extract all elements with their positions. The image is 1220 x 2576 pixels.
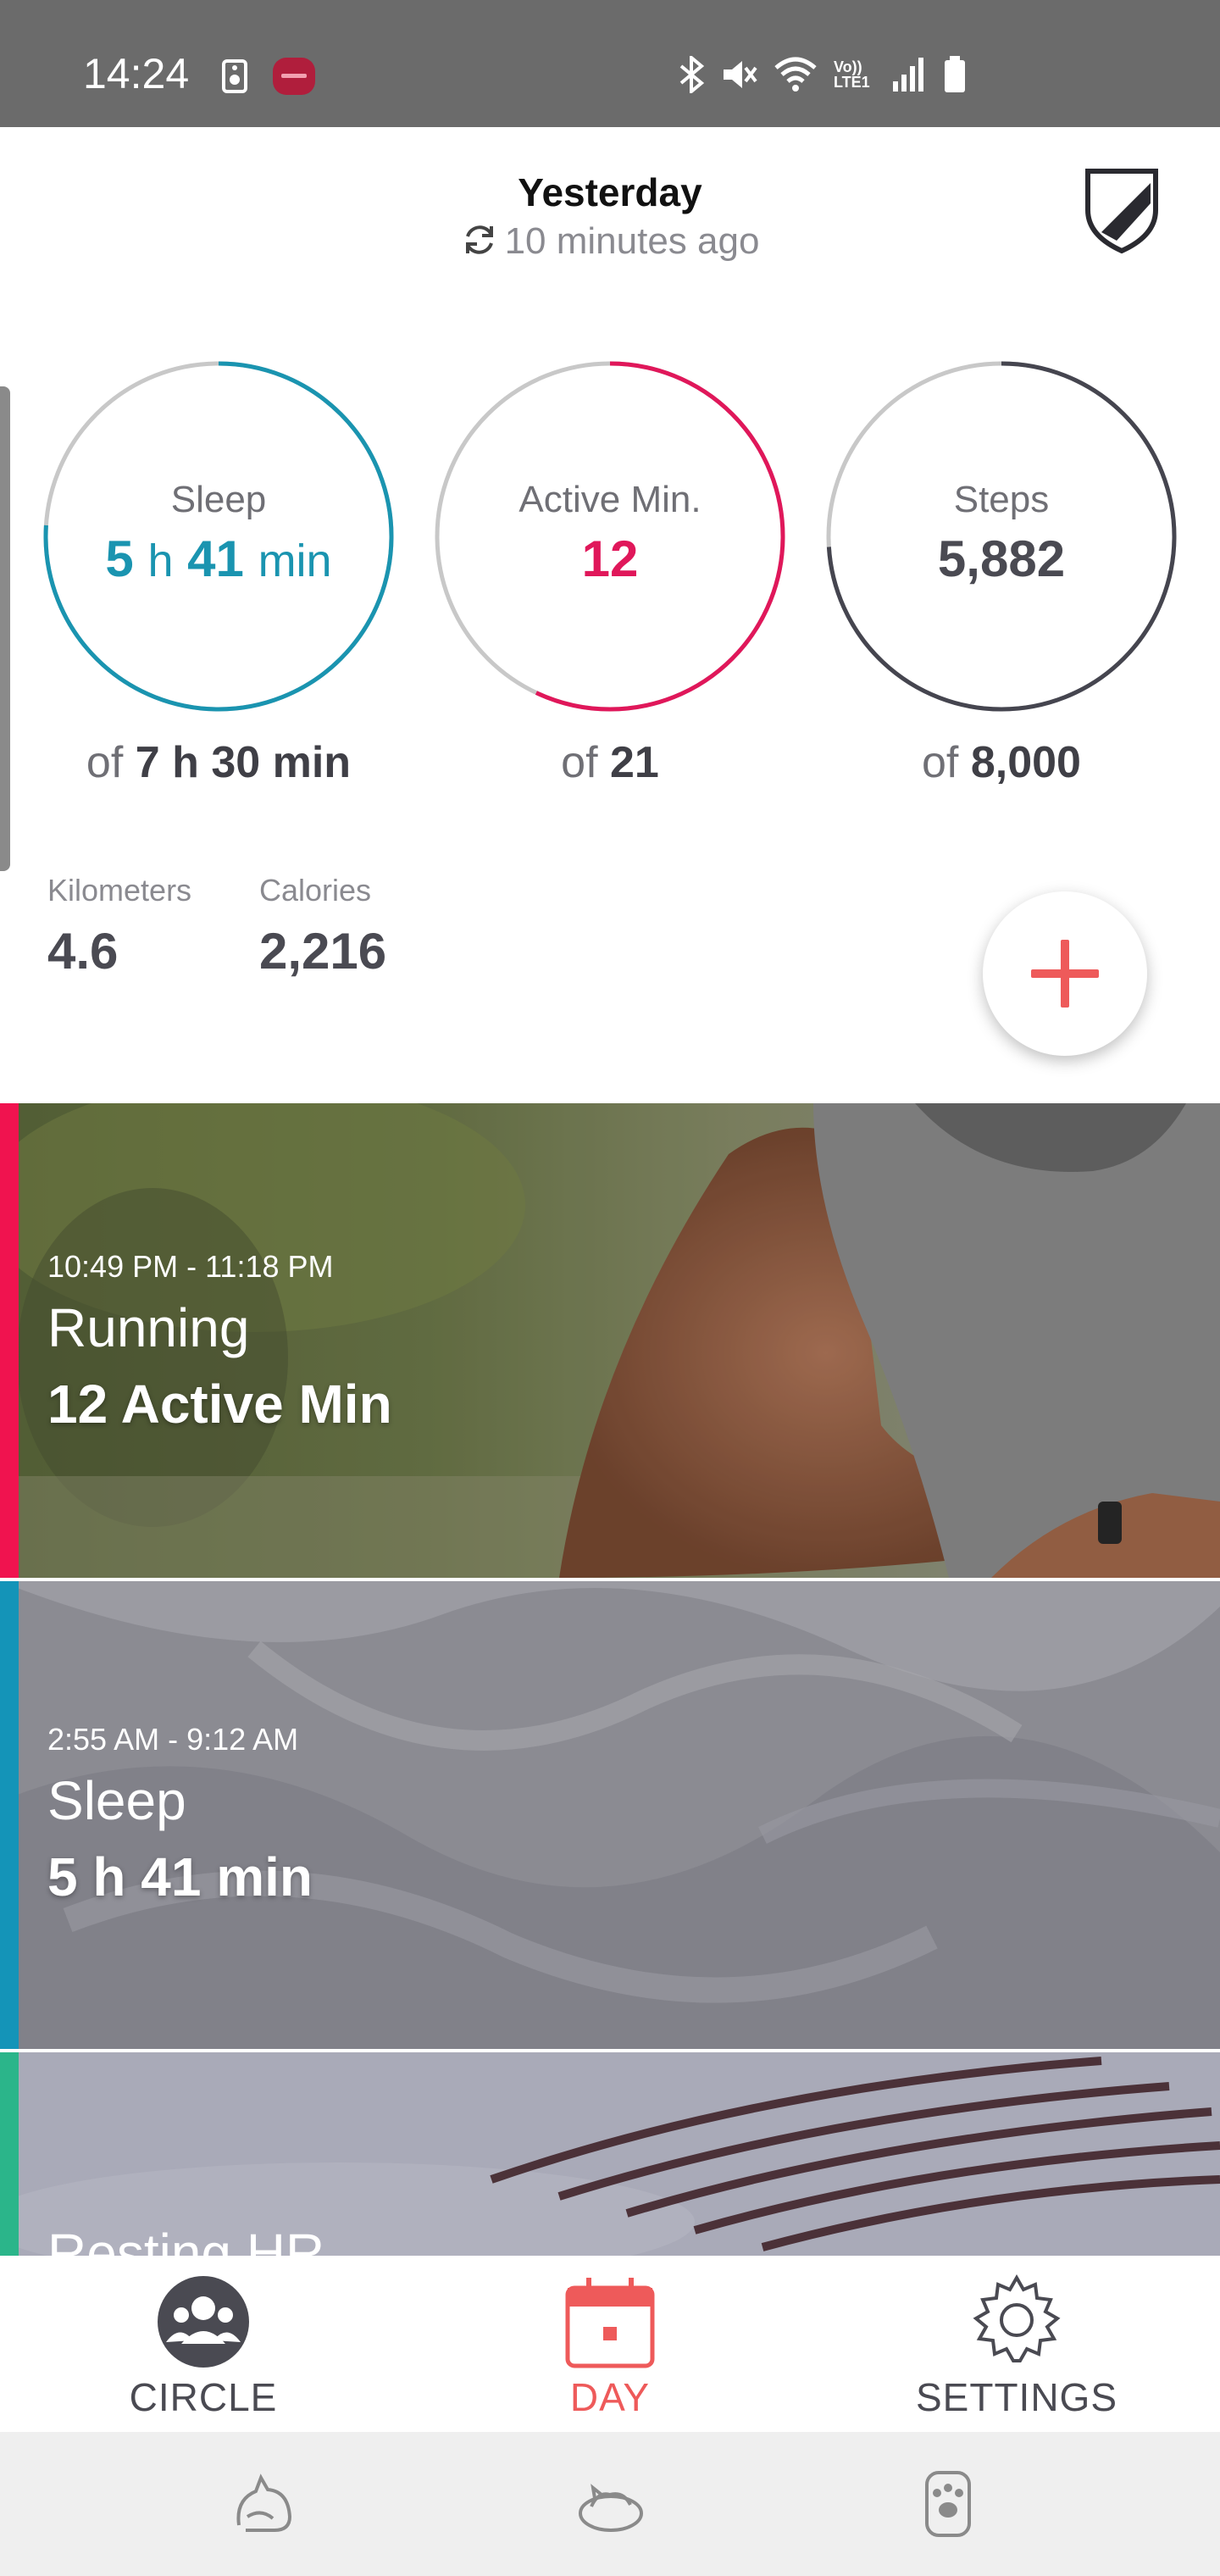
kilometers-label: Kilometers — [47, 873, 192, 908]
signal-icon — [893, 58, 923, 92]
bottom-nav: CIRCLE DAY SETTINGS — [0, 2256, 1220, 2432]
running-title: Running — [47, 1297, 250, 1358]
shield-icon[interactable] — [1083, 166, 1161, 254]
sleep-hours: 5 — [105, 530, 134, 587]
volte-icon: Vo)) LTE1 — [834, 58, 870, 91]
gear-icon — [973, 2273, 1061, 2362]
kilometers-value: 4.6 — [47, 923, 119, 980]
active-min-ring[interactable]: Active Min. 12 — [434, 360, 786, 713]
mute-icon — [724, 61, 757, 88]
nav-circle-label: CIRCLE — [129, 2375, 278, 2419]
nav-settings-label: SETTINGS — [915, 2375, 1118, 2419]
steps-ring[interactable]: Steps 5,882 — [825, 360, 1178, 713]
calories-stat: Calories 2,216 — [259, 873, 386, 980]
active-min-goal: of 21 — [434, 737, 786, 788]
nav-settings[interactable]: SETTINGS — [813, 2256, 1220, 2432]
sleep-card-value: 5 h 41 min — [47, 1846, 313, 1907]
add-activity-button[interactable] — [983, 891, 1147, 1056]
circle-people-icon — [158, 2276, 249, 2368]
wifi-icon — [774, 57, 817, 92]
nav-day-label: DAY — [569, 2375, 651, 2419]
app-notification-icon — [273, 58, 315, 95]
sleep-goal: of 7 h 30 min — [42, 737, 395, 788]
speaker-icon — [222, 59, 247, 93]
sleep-label: Sleep — [170, 479, 267, 520]
running-time: 10:49 PM - 11:18 PM — [47, 1249, 334, 1284]
activity-card-running[interactable]: 10:49 PM - 11:18 PM Running 12 Active Mi… — [0, 1103, 1220, 1578]
nav-circle[interactable]: CIRCLE — [0, 2256, 407, 2432]
calories-label: Calories — [259, 873, 372, 908]
active-min-goal-prefix: of — [561, 738, 598, 787]
sleep-ring[interactable]: Sleep 5 h 41 min — [42, 360, 395, 713]
calories-value: 2,216 — [259, 923, 387, 980]
sleep-card-title: Sleep — [47, 1770, 186, 1831]
sleep-accent-bar — [0, 1581, 19, 2049]
sleep-value: 5 h 41 min — [42, 530, 395, 588]
battery-icon — [945, 56, 965, 92]
nav-day[interactable]: DAY — [407, 2256, 813, 2432]
activity-card-resting-hr[interactable]: Resting HR — [0, 2052, 1220, 2256]
sync-status[interactable]: 10 minutes ago — [0, 220, 1220, 263]
calendar-icon — [565, 2278, 655, 2368]
steps-goal: of 8,000 — [825, 737, 1178, 788]
running-value: 12 Active Min — [47, 1374, 392, 1435]
kilometers-stat: Kilometers 4.6 — [47, 873, 191, 980]
header: Yesterday 10 minutes ago — [0, 127, 1220, 297]
steps-label: Steps — [953, 479, 1050, 520]
recents-cat-icon[interactable] — [227, 2466, 303, 2542]
sleep-hours-unit: h — [147, 536, 174, 586]
steps-value: 5,882 — [937, 530, 1066, 587]
sleep-goal-prefix: of — [86, 738, 124, 787]
steps-goal-value: 8,000 — [970, 738, 1081, 787]
sleep-minutes-unit: min — [258, 536, 332, 586]
sleep-card-time: 2:55 AM - 9:12 AM — [47, 1722, 299, 1757]
system-nav-bar — [0, 2432, 1220, 2576]
drawer-handle[interactable] — [0, 386, 10, 871]
activity-card-sleep[interactable]: 2:55 AM - 9:12 AM Sleep 5 h 41 min — [0, 1581, 1220, 2049]
running-accent-bar — [0, 1103, 19, 1578]
active-min-value: 12 — [581, 530, 639, 587]
resting-hr-accent-bar — [0, 2052, 19, 2256]
sleep-minutes: 41 — [187, 530, 244, 587]
resting-hr-title: Resting HR — [47, 2223, 325, 2256]
page-title: Yesterday — [518, 170, 702, 214]
home-cat-icon[interactable] — [573, 2466, 649, 2542]
active-min-label: Active Min. — [518, 479, 702, 520]
steps-goal-prefix: of — [922, 738, 959, 787]
back-paw-icon[interactable] — [910, 2466, 986, 2542]
sleep-goal-value: 7 h 30 min — [135, 738, 352, 787]
sync-icon — [465, 225, 493, 254]
bluetooth-icon — [679, 56, 705, 93]
sync-time: 10 minutes ago — [504, 220, 760, 262]
active-min-goal-value: 21 — [609, 738, 659, 787]
status-bar: 14:24 Vo)) LTE1 — [0, 0, 1220, 127]
status-time: 14:24 — [83, 50, 190, 97]
